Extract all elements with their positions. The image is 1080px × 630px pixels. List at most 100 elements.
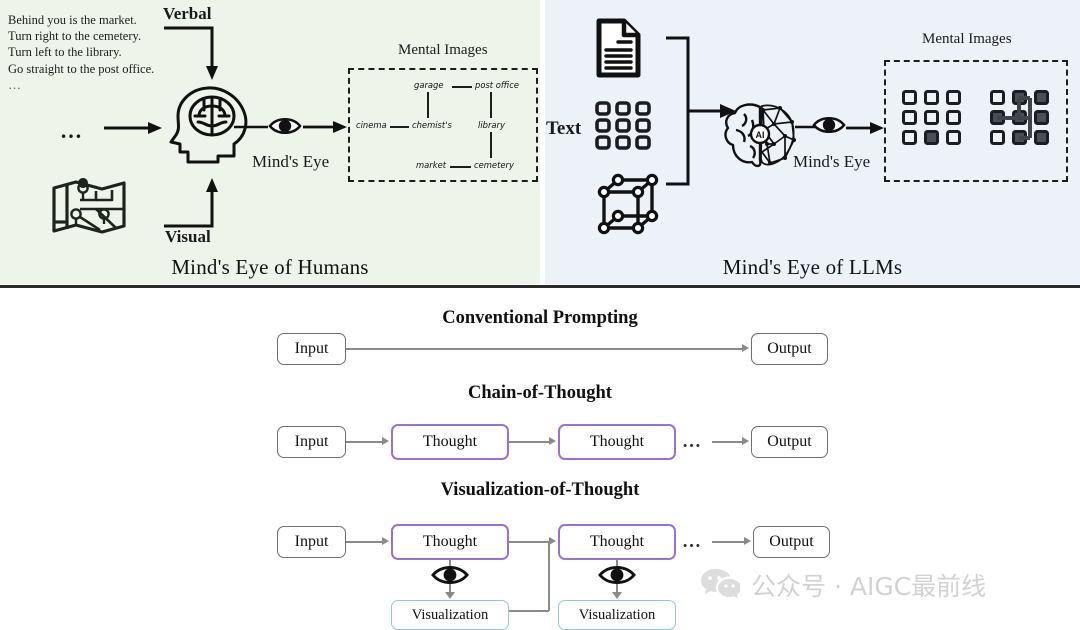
cot-arrow-1-head	[382, 437, 389, 445]
svg-text:AI: AI	[756, 130, 765, 140]
mental-grid-after-cell-2-1	[1011, 129, 1027, 145]
mental-images-label-llm: Mental Images	[922, 31, 1012, 47]
vot-input-box[interactable]: Input	[277, 526, 346, 558]
vot-arrow-2-head	[549, 537, 556, 545]
mental-grid-after-cell-0-0	[989, 89, 1005, 105]
eye-icon-vot-2	[597, 562, 637, 593]
folded-map-icon	[50, 178, 128, 241]
mental-map-humans: cinema chemist's garage post office libr…	[348, 68, 538, 182]
mental-grid-before-cell-2-0	[901, 129, 917, 145]
cot-input-box[interactable]: Input	[277, 426, 346, 458]
map-edge-market-cemetery	[450, 166, 471, 168]
figure-canvas: Behind you is the market. Turn right to …	[0, 0, 1080, 630]
grid-3x3-icon	[594, 100, 652, 157]
text-label: Text	[546, 118, 582, 139]
vot-input-label: Input	[294, 533, 329, 550]
human-flow-ellipsis: …	[60, 118, 85, 143]
cot-output-box[interactable]: Output	[751, 426, 828, 458]
map-edge-cinema-chemists	[390, 126, 409, 128]
cot-arrow-1-line	[346, 441, 382, 443]
llm-panel-caption: Mind's Eye of LLMs	[722, 255, 903, 279]
conventional-output-label: Output	[767, 340, 812, 357]
mental-grid-before-cell-0-2	[945, 89, 961, 105]
vot-output-box[interactable]: Output	[753, 526, 830, 558]
human-panel-caption: Mind's Eye of Humans	[171, 255, 369, 279]
document-icon	[594, 18, 642, 83]
watermark: 公众号 · AIGC最前线	[700, 566, 986, 603]
vot-arrow-1-head	[382, 537, 389, 545]
mental-grid-after-cell-1-1	[1011, 109, 1027, 125]
vot-thought-box-2[interactable]: Thought	[558, 524, 676, 560]
cot-arrow-3-line	[712, 441, 742, 443]
mental-grid-before-cell-2-1	[923, 129, 939, 145]
mental-grid-before-cell-1-0	[901, 109, 917, 125]
vot-visualization-label-1: Visualization	[411, 606, 489, 623]
row-title-cot: Chain-of-Thought	[468, 383, 612, 403]
vot-visualization-box-2[interactable]: Visualization	[558, 600, 676, 630]
human-panel: Behind you is the market. Turn right to …	[0, 0, 540, 284]
mental-grid-after-cell-1-2	[1033, 109, 1049, 125]
mental-grid-after-cell-0-1	[1011, 89, 1027, 105]
vot-arrow-3-head	[744, 537, 751, 545]
vot-arrow-1-line	[346, 541, 382, 543]
vot-visualization-box-1[interactable]: Visualization	[391, 600, 509, 630]
head-to-eye-line	[234, 125, 268, 129]
map-edge-postoffice-library	[490, 92, 492, 118]
mental-grid-after	[986, 87, 1052, 147]
watermark-text: 公众号 · AIGC最前线	[751, 571, 987, 601]
mental-grid-after-cell-1-0	[989, 109, 1005, 125]
eye-icon-human	[268, 115, 302, 142]
wireframe-cube-icon	[592, 170, 662, 245]
mental-grid-before-cell-0-1	[923, 89, 939, 105]
eye-to-mentalmap-arrow	[303, 121, 347, 133]
vot-visualization-label-2: Visualization	[578, 606, 656, 623]
map-node-cemetery: cemetery	[474, 160, 514, 170]
vot-thought-label-1: Thought	[422, 533, 478, 550]
vot-arrow-2-line	[509, 541, 549, 543]
conventional-output-box[interactable]: Output	[751, 333, 828, 365]
conventional-arrow-head	[742, 344, 749, 352]
cot-thought-label-1: Thought	[422, 433, 478, 450]
visual-arrow	[164, 178, 218, 228]
vot-thought-box-1[interactable]: Thought	[391, 524, 509, 560]
map-node-chemists: chemist's	[412, 120, 452, 130]
vot-ellipsis: …	[682, 531, 703, 552]
minds-eye-label-human: Mind's Eye	[252, 152, 330, 171]
mental-images-llm: …	[884, 60, 1068, 182]
cot-arrow-2-head	[549, 437, 556, 445]
eye-icon-llm	[812, 114, 846, 141]
vot-feedback-hline	[509, 610, 549, 612]
mental-grid-after-cell-0-2	[1033, 89, 1049, 105]
row-title-conventional: Conventional Prompting	[442, 308, 638, 328]
cot-arrow-2-line	[509, 441, 549, 443]
conventional-input-label: Input	[294, 340, 329, 357]
band-divider	[0, 285, 1080, 288]
vot-thought-label-2: Thought	[589, 533, 645, 550]
conventional-input-box[interactable]: Input	[277, 333, 346, 365]
cot-thought-box-1[interactable]: Thought	[391, 424, 509, 460]
verbal-arrow	[164, 26, 218, 80]
verbal-label: Verbal	[163, 4, 212, 23]
vot-arrow-3-line	[712, 541, 744, 543]
top-band: Behind you is the market. Turn right to …	[0, 0, 1080, 288]
cot-input-label: Input	[294, 433, 329, 450]
map-node-post-office: post office	[475, 80, 520, 90]
mental-grid-before-cell-1-1	[923, 109, 939, 125]
ai-brain-network-icon: AI	[722, 100, 800, 175]
eye-icon-vot-1	[430, 562, 470, 593]
minds-eye-label-llm: Mind's Eye	[793, 152, 871, 171]
row-title-vot: Visualization-of-Thought	[440, 480, 640, 500]
vot-eye-arrowhead-2	[612, 592, 622, 599]
mental-grid-after-cell-2-2	[1033, 129, 1049, 145]
cot-output-label: Output	[767, 433, 812, 450]
cot-thought-box-2[interactable]: Thought	[558, 424, 676, 460]
map-edge-library-cemetery	[490, 132, 492, 158]
map-node-garage: garage	[414, 80, 444, 90]
map-node-cinema: cinema	[356, 120, 387, 130]
vot-eye-arrowhead-1	[445, 592, 455, 599]
mental-grid-before-cell-2-2	[945, 129, 961, 145]
cot-thought-label-2: Thought	[589, 433, 645, 450]
conventional-arrow-line	[346, 348, 742, 350]
mental-grid-before-cell-0-0	[901, 89, 917, 105]
map-node-library: library	[478, 120, 505, 130]
